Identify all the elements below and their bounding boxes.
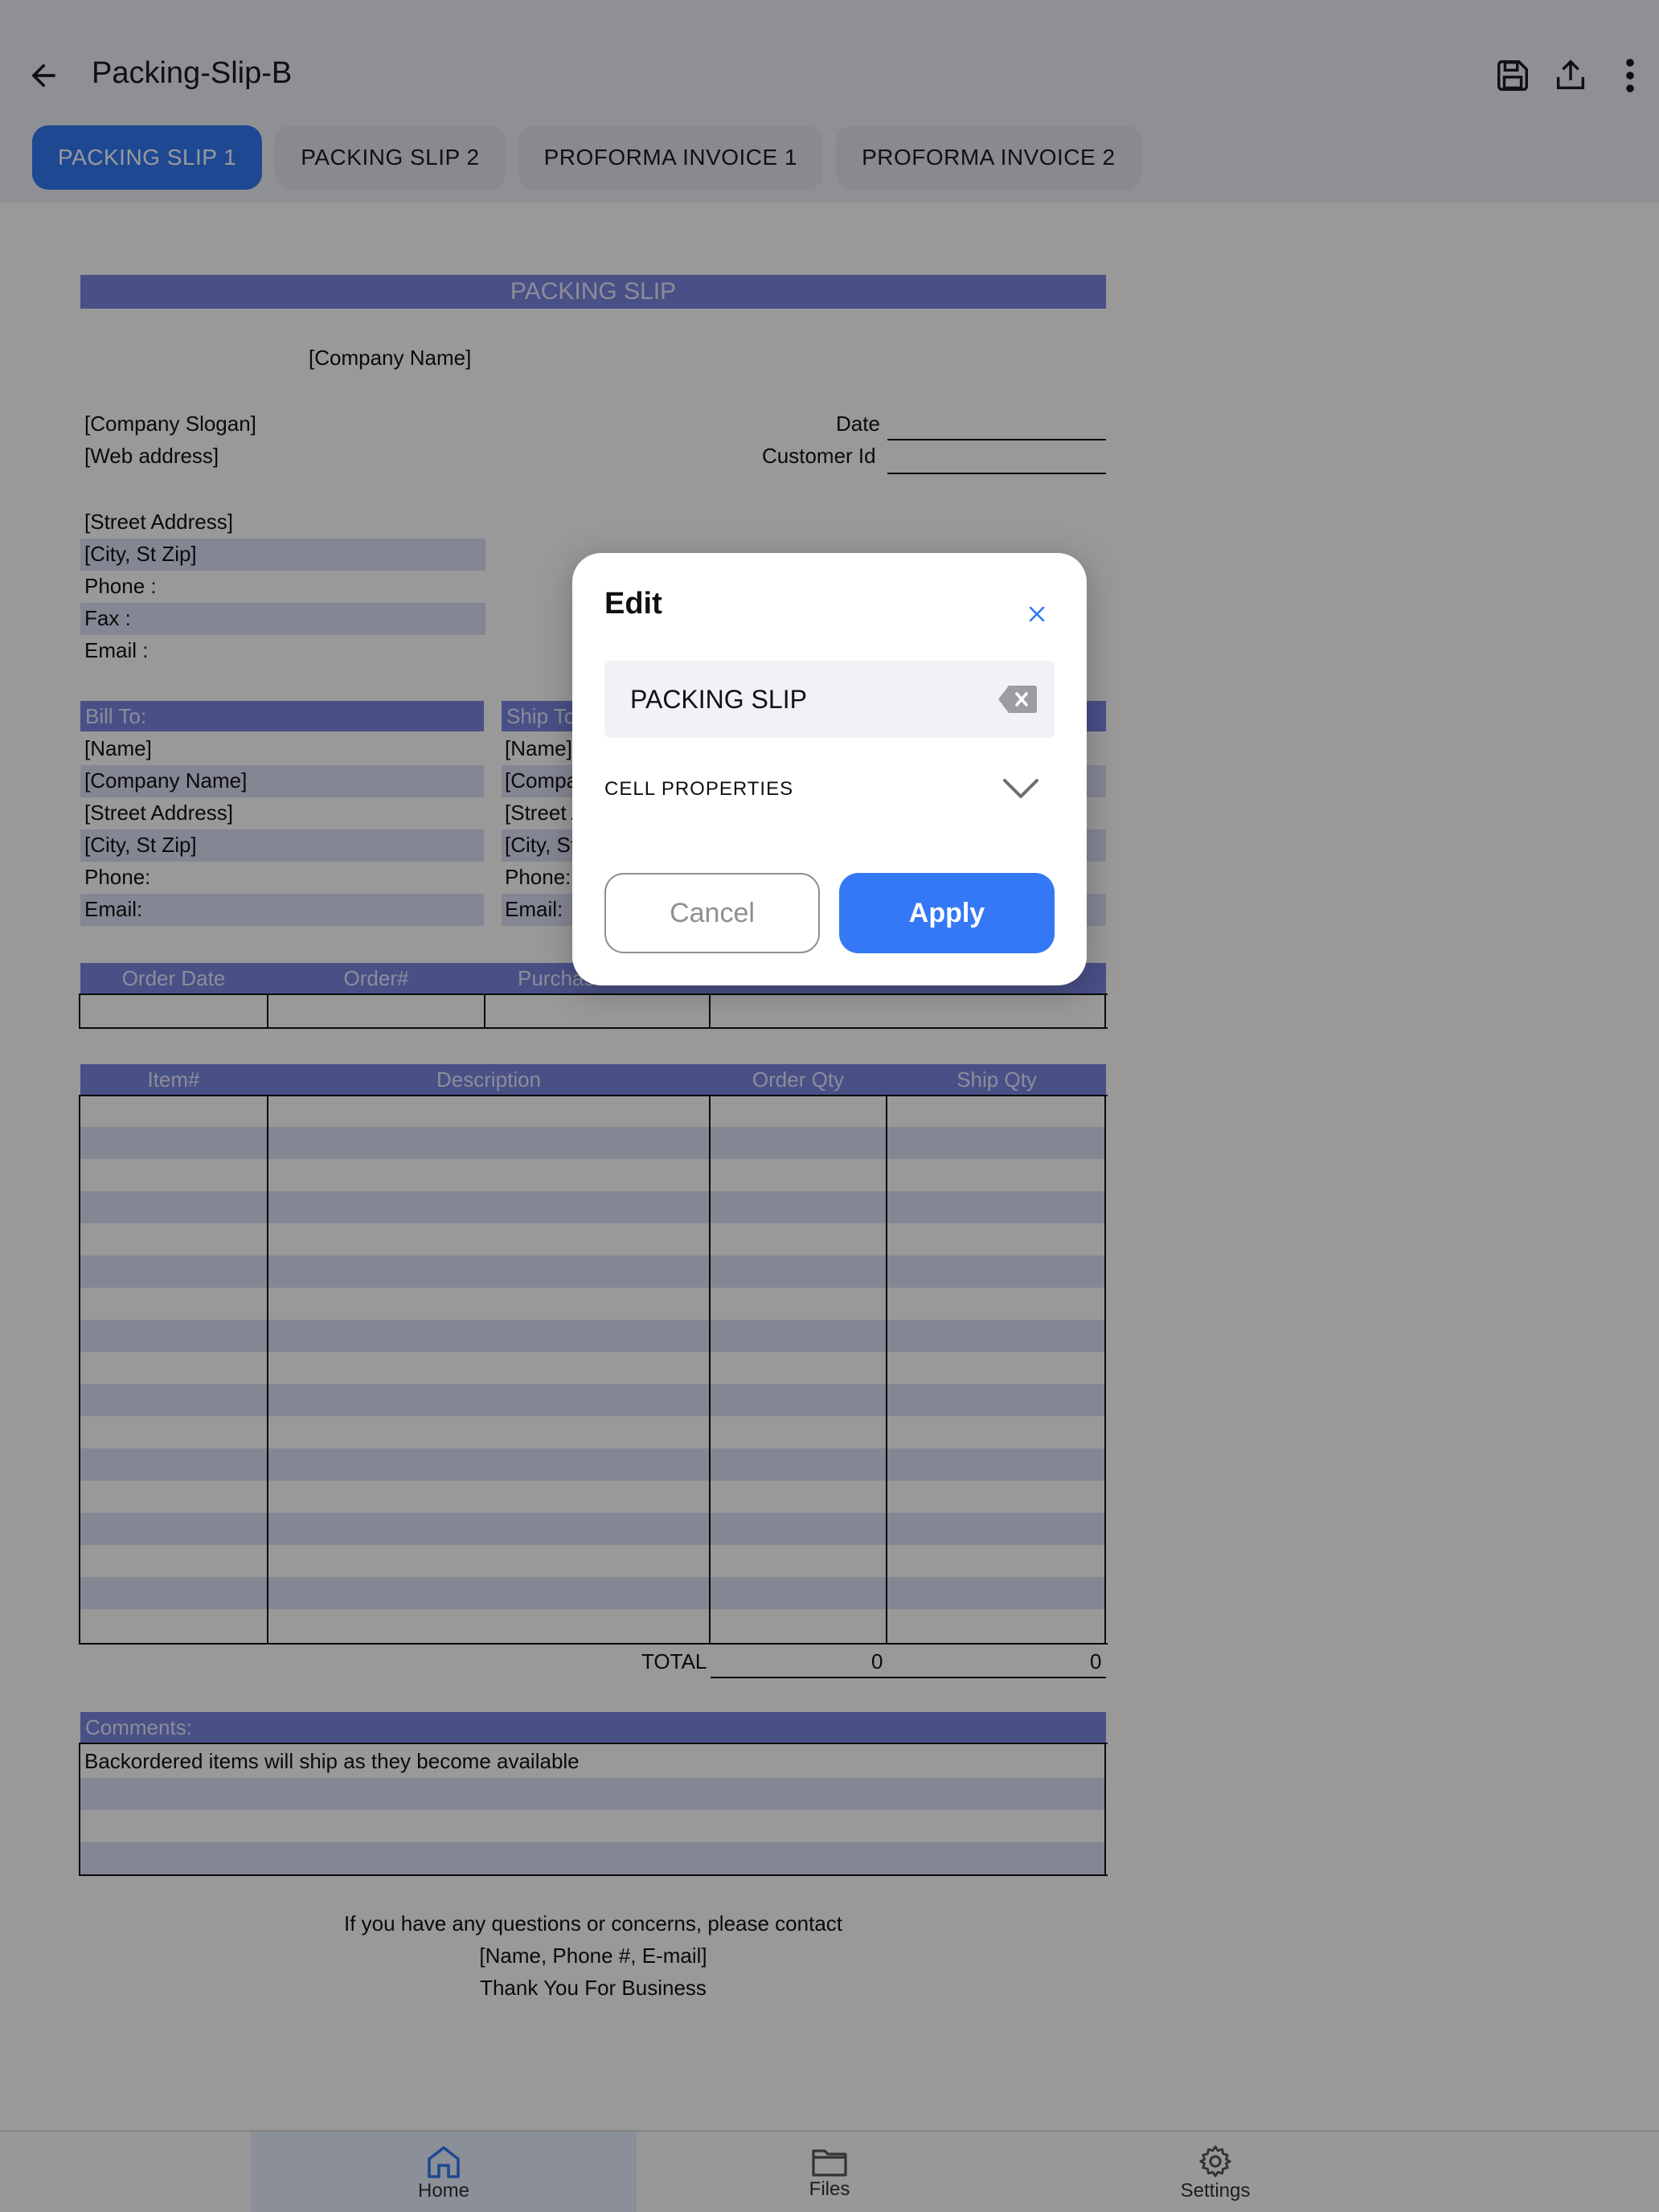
modal-scrim[interactable]	[0, 0, 1659, 2212]
edit-dialog: Edit CELL PROPERTIES Cancel Apply	[572, 553, 1087, 985]
cancel-button[interactable]: Cancel	[604, 873, 820, 953]
apply-button[interactable]: Apply	[839, 873, 1055, 953]
dialog-title: Edit	[604, 587, 662, 621]
cell-properties-label[interactable]: CELL PROPERTIES	[604, 778, 793, 801]
close-icon[interactable]	[1011, 588, 1063, 640]
clear-text-icon[interactable]	[995, 682, 1040, 717]
chevron-down-icon[interactable]	[998, 768, 1043, 809]
cell-value-input[interactable]	[604, 661, 1055, 738]
